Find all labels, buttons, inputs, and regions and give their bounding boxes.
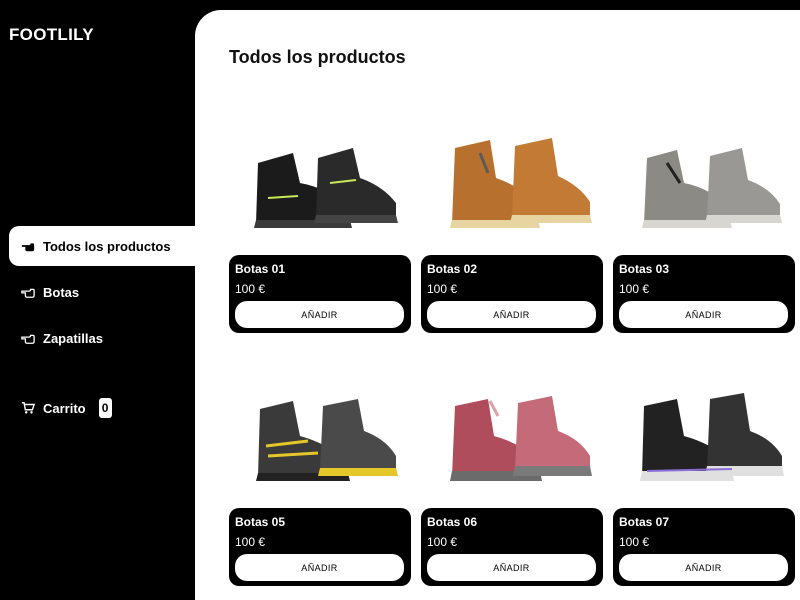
add-to-cart-button[interactable]: AÑADIR (427, 301, 596, 328)
cart-icon (20, 400, 36, 416)
product-name: Botas 03 (619, 262, 670, 276)
boot-image (449, 395, 592, 481)
product-price: 100 € (427, 535, 458, 549)
product-info: Botas 05 100 € AÑADIR (229, 508, 411, 586)
product-price: 100 € (235, 282, 266, 296)
sidebar-item-label: Zapatillas (43, 330, 103, 346)
page-title: Todos los productos (229, 47, 406, 67)
pointing-hand-icon (20, 238, 36, 254)
pointing-hand-outline-icon (20, 284, 36, 300)
product-image[interactable] (613, 120, 795, 245)
cart-count-badge: 0 (98, 398, 112, 418)
sidebar: FOOTLILY Todos los productos Botas Zapat… (0, 0, 195, 600)
add-to-cart-button[interactable]: AÑADIR (619, 554, 788, 581)
product-name: Botas 02 (427, 262, 478, 276)
sidebar-item-label: Carrito (43, 400, 86, 416)
sidebar-item-label: Botas (43, 284, 80, 300)
add-to-cart-button[interactable]: AÑADIR (427, 554, 596, 581)
product-name: Botas 07 (619, 515, 670, 529)
boot-image (253, 147, 398, 228)
product-price: 100 € (235, 535, 266, 549)
sidebar-item-zapatillas[interactable]: Zapatillas (9, 318, 195, 358)
product-info: Botas 01 100 € AÑADIR (229, 255, 411, 333)
boot-image (639, 392, 784, 481)
sidebar-item-label: Todos los productos (43, 238, 171, 254)
product-price: 100 € (619, 535, 650, 549)
add-to-cart-button[interactable]: AÑADIR (235, 301, 404, 328)
app-window: FOOTLILY Todos los productos Botas Zapat… (0, 0, 800, 600)
sidebar-item-botas[interactable]: Botas (9, 272, 195, 312)
product-image[interactable] (421, 120, 603, 245)
product-info: Botas 03 100 € AÑADIR (613, 255, 795, 333)
product-name: Botas 01 (235, 262, 286, 276)
sidebar-item-carrito[interactable]: Carrito 0 (9, 388, 195, 428)
product-image[interactable] (421, 373, 603, 498)
product-price: 100 € (427, 282, 458, 296)
product-info: Botas 07 100 € AÑADIR (613, 508, 795, 586)
product-name: Botas 06 (427, 515, 478, 529)
product-image[interactable] (229, 373, 411, 498)
sidebar-item-todos-los-productos[interactable]: Todos los productos (9, 226, 195, 266)
add-to-cart-button[interactable]: AÑADIR (235, 554, 404, 581)
product-name: Botas 05 (235, 515, 286, 529)
product-info: Botas 02 100 € AÑADIR (421, 255, 603, 333)
product-image[interactable] (229, 120, 411, 245)
product-info: Botas 06 100 € AÑADIR (421, 508, 603, 586)
product-price: 100 € (619, 282, 650, 296)
boot-image (449, 137, 592, 228)
boot-image (255, 398, 398, 481)
pointing-hand-outline-icon (20, 330, 36, 346)
brand-logo[interactable]: FOOTLILY (9, 25, 94, 45)
add-to-cart-button[interactable]: AÑADIR (619, 301, 788, 328)
product-image[interactable] (613, 373, 795, 498)
boot-image (641, 147, 782, 228)
main-panel: Todos los productos Botas 01 100 € AÑADI… (195, 10, 800, 600)
